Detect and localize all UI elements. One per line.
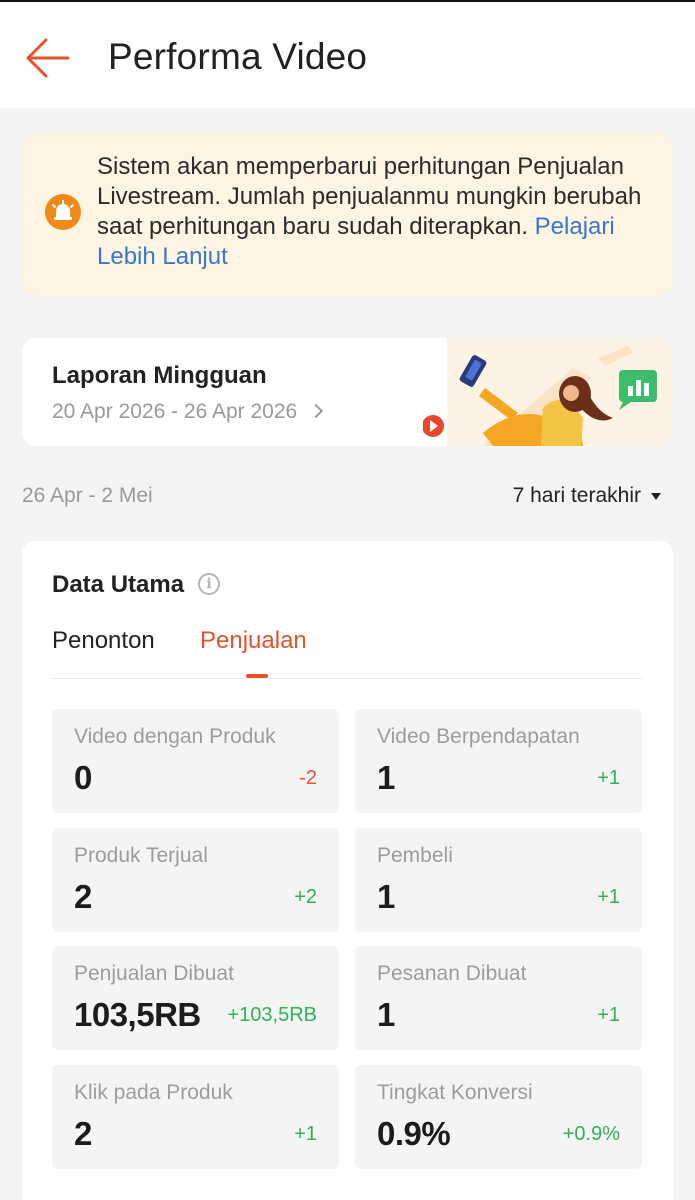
notice-text: Sistem akan memperbarui perhitungan Penj… (97, 152, 657, 272)
metric-delta: +2 (294, 886, 317, 908)
bell-icon (45, 194, 81, 230)
weekly-report-range-text: 20 Apr 2026 - 26 Apr 2026 (52, 400, 298, 423)
metric-value: 0 (74, 759, 92, 796)
notice-banner: Sistem akan memperbarui perhitungan Penj… (22, 132, 673, 296)
metric-delta: +1 (597, 886, 620, 908)
caret-down-icon (651, 493, 661, 500)
app-header: Performa Video (0, 0, 695, 108)
period-dropdown-label: 7 hari terakhir (512, 484, 641, 507)
metric-value: 1 (377, 878, 395, 915)
metric-sales-created[interactable]: Penjualan Dibuat 103,5RB +103,5RB (52, 946, 339, 1050)
page-title: Performa Video (108, 36, 368, 77)
tab-sales[interactable]: Penjualan (200, 627, 307, 655)
weekly-report-range: 20 Apr 2026 - 26 Apr 2026 (52, 400, 324, 424)
metric-delta: -2 (299, 767, 317, 789)
metric-delta: +103,5RB (227, 1004, 317, 1026)
metric-value: 0.9% (377, 1115, 451, 1152)
back-arrow-icon[interactable] (22, 36, 72, 80)
metric-buyers[interactable]: Pembeli 1 +1 (355, 828, 642, 932)
metric-label: Produk Terjual (74, 844, 208, 867)
main-data-title: Data Utama (52, 571, 185, 598)
period-dropdown[interactable]: 7 hari terakhir (513, 484, 661, 508)
metric-label: Video Berpendapatan (377, 725, 580, 748)
metric-orders-created[interactable]: Pesanan Dibuat 1 +1 (355, 946, 642, 1050)
metric-products-sold[interactable]: Produk Terjual 2 +2 (52, 828, 339, 932)
metric-label: Penjualan Dibuat (74, 962, 234, 985)
tabs-divider (52, 678, 643, 679)
weekly-report-illustration (422, 338, 673, 446)
metric-conversion-rate[interactable]: Tingkat Konversi 0.9% +0.9% (355, 1065, 642, 1169)
metric-value: 2 (74, 1115, 92, 1152)
metric-value: 1 (377, 996, 395, 1033)
metric-product-clicks[interactable]: Klik pada Produk 2 +1 (52, 1065, 339, 1169)
metric-label: Pesanan Dibuat (377, 962, 527, 985)
metric-label: Video dengan Produk (74, 725, 276, 748)
metric-videos-with-products[interactable]: Video dengan Produk 0 -2 (52, 709, 339, 813)
main-data-card: Data Utama i Penonton Penjualan Video de… (22, 541, 673, 1200)
info-icon[interactable]: i (198, 573, 220, 595)
metric-label: Klik pada Produk (74, 1081, 233, 1104)
weekly-report-title: Laporan Mingguan (52, 362, 267, 389)
metric-value: 1 (377, 759, 395, 796)
metric-earning-videos[interactable]: Video Berpendapatan 1 +1 (355, 709, 642, 813)
metric-label: Pembeli (377, 844, 453, 867)
tab-viewers[interactable]: Penonton (52, 627, 155, 655)
metric-delta: +1 (294, 1123, 317, 1145)
metric-label: Tingkat Konversi (377, 1081, 533, 1104)
metric-value: 103,5RB (74, 996, 201, 1033)
chevron-right-icon (309, 403, 324, 419)
metric-delta: +1 (597, 767, 620, 789)
metric-delta: +0.9% (562, 1123, 620, 1145)
date-range-label: 26 Apr - 2 Mei (22, 484, 153, 507)
metric-delta: +1 (597, 1004, 620, 1026)
weekly-report-card[interactable]: Laporan Mingguan 20 Apr 2026 - 26 Apr 20… (22, 338, 673, 446)
metric-value: 2 (74, 878, 92, 915)
